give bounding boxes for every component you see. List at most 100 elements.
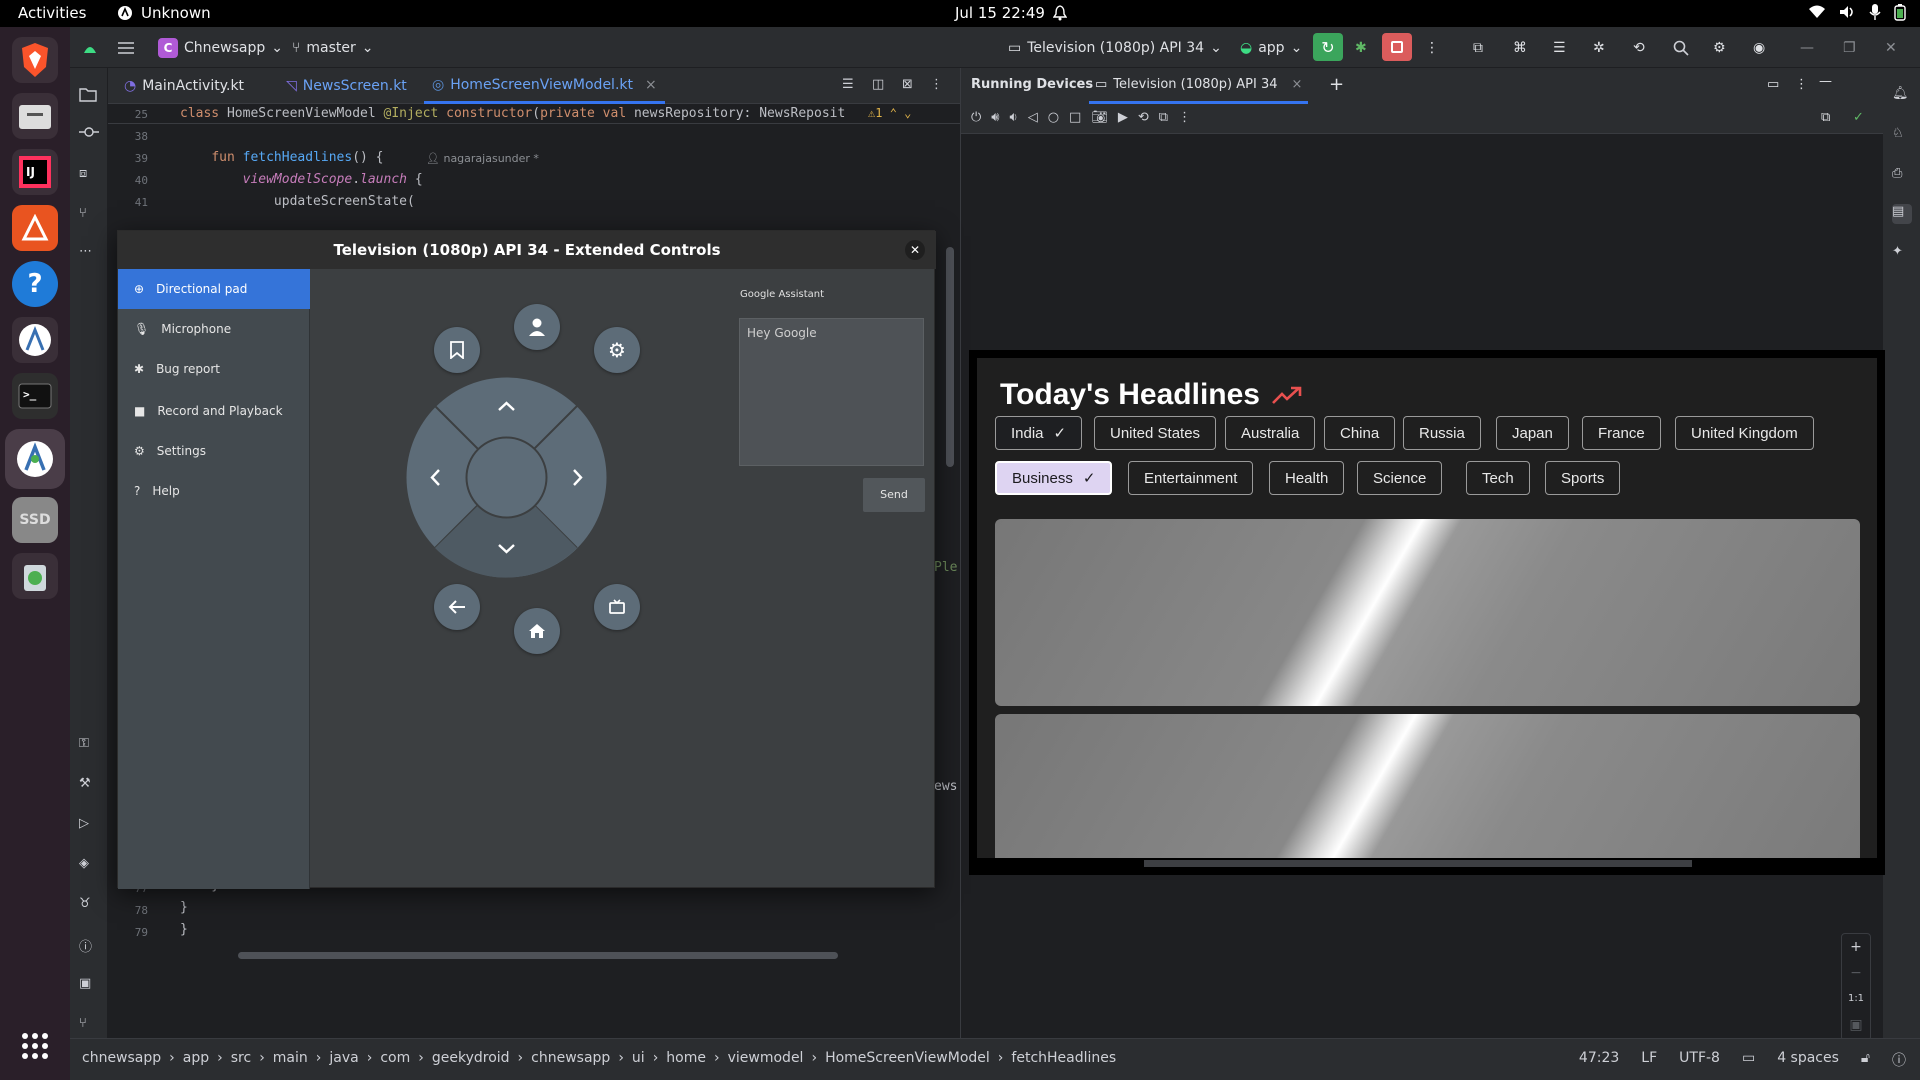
category-chip-science[interactable]: Science [1357,461,1443,495]
cursor-position[interactable]: 47:23 [1579,1050,1619,1066]
breadcrumb-item[interactable]: com [380,1050,410,1066]
breadcrumb-item[interactable]: fetchHeadlines [1011,1050,1116,1066]
device-file-icon[interactable]: ⎙ [1892,166,1912,186]
zoom-out-icon[interactable]: − [1842,960,1870,986]
bookmark-button[interactable] [434,327,480,373]
stop-button[interactable] [1382,33,1412,61]
home-button[interactable] [514,608,560,654]
gear-icon[interactable]: ⚙ [1713,36,1726,60]
more-tools-icon[interactable]: ⋯ [79,244,99,264]
tv-button[interactable] [594,584,640,630]
debug-button[interactable]: ✱ [1355,36,1367,60]
apply-changes-button[interactable]: ↻ [1313,33,1343,61]
running-devices-icon[interactable]: ▤ [1892,204,1912,224]
branch-selector[interactable]: ⑂ master ⌄ [292,36,374,60]
notifications-icon[interactable]: 🔔︎ [1892,86,1912,106]
menu-item-settings[interactable]: ⚙ Settings [118,431,310,471]
logcat-icon[interactable]: ♉ [79,896,99,916]
layout-inspector-icon[interactable]: ☰ [1553,36,1566,60]
terminal-icon[interactable]: >_ [12,373,58,419]
search-icon[interactable] [1673,36,1689,60]
zoom-in-icon[interactable]: + [1842,934,1870,960]
structure-icon[interactable]: ⧈ [79,166,99,186]
country-chip-russia[interactable]: Russia [1403,416,1481,450]
category-chip-entertainment[interactable]: Entertainment [1128,461,1254,495]
power-icon[interactable]: ⏻ [971,110,981,125]
breadcrumb-item[interactable]: home [666,1050,706,1066]
profile-button[interactable] [514,304,560,350]
options-icon[interactable]: ⋮ [1795,77,1808,92]
line-separator[interactable]: LF [1641,1050,1657,1066]
system-tray[interactable] [1808,3,1906,21]
category-chip-tech[interactable]: Tech [1466,461,1530,495]
breadcrumb-item[interactable]: src [231,1050,251,1066]
close-icon[interactable]: ✕ [905,240,925,260]
profiler-icon[interactable]: ✲ [1593,36,1605,60]
home-icon[interactable]: ○ [1048,110,1059,125]
split-view-icon[interactable]: ◫ [872,77,884,92]
menu-item-microphone[interactable]: 🎙︎ Microphone [118,309,310,349]
focused-app-menu[interactable]: Unknown [117,4,211,22]
device-explorer-icon[interactable]: ⚿ [79,736,99,756]
more-icon[interactable]: ⋮ [1178,110,1191,125]
run-icon[interactable]: ▷ [79,816,99,836]
menu-item-record-playback[interactable]: ■ Record and Playback [118,391,310,431]
build-icon[interactable]: ⚒ [79,776,99,796]
readonly-icon[interactable]: ▭ [1742,1050,1755,1066]
breadcrumb-item[interactable]: HomeScreenViewModel [825,1050,990,1066]
file-encoding[interactable]: UTF-8 [1679,1050,1720,1066]
project-selector[interactable]: C Chnewsapp ⌄ [158,36,283,60]
country-chip-france[interactable]: France [1582,416,1661,450]
breadcrumb-item[interactable]: chnewsapp [82,1050,161,1066]
translate-icon[interactable]: ⌘ [1513,36,1527,60]
country-chip-china[interactable]: China [1324,416,1396,450]
indent-setting[interactable]: 4 spaces [1777,1050,1839,1066]
trash-icon[interactable] [12,553,58,599]
gemini-icon[interactable]: ✦ [1892,244,1912,264]
breadcrumb-item[interactable]: ui [632,1050,645,1066]
back-icon[interactable]: ◁ [1028,110,1038,125]
send-button[interactable]: Send [863,478,925,512]
info-icon[interactable]: ⓘ [1892,1050,1906,1070]
overview-icon[interactable]: □ [1069,110,1081,125]
device-selector[interactable]: ▭ Television (1080p) API 34 ⌄ [1008,36,1222,60]
problems-icon[interactable]: ⓘ [79,936,99,956]
breadcrumb-item[interactable]: viewmodel [728,1050,804,1066]
commit-icon[interactable] [79,126,99,146]
run-config-selector[interactable]: ◒ app ⌄ [1240,36,1302,60]
breadcrumb-item[interactable]: chnewsapp [531,1050,610,1066]
brave-browser-icon[interactable] [12,37,58,83]
country-chip-australia[interactable]: Australia [1225,416,1316,450]
software-center-icon[interactable] [12,205,58,251]
menu-item-help[interactable]: ? Help [118,471,310,511]
volume-up-icon[interactable]: 🔊︎ [991,110,999,125]
breadcrumb-item[interactable]: main [273,1050,308,1066]
warning-indicator[interactable]: ⚠1 ⌃ ⌄ [868,106,911,120]
category-chip-business[interactable]: Business ✓ [995,461,1113,495]
layout-settings-icon[interactable]: ⧉ [1821,110,1830,125]
android-studio-active-icon[interactable] [5,429,65,489]
close-tab-icon[interactable]: × [1292,77,1303,92]
minimize-icon[interactable]: — [1800,36,1814,60]
category-chip-sports[interactable]: Sports [1545,461,1621,495]
tv-app-screen[interactable]: Today's Headlines India ✓ United States Aus… [977,358,1877,858]
sync-icon[interactable]: ⟲ [1633,36,1645,60]
android-studio-icon[interactable] [12,317,58,363]
code-view-icon[interactable]: ☰ [842,77,854,92]
android-icon[interactable] [82,36,98,60]
category-chip-health[interactable]: Health [1269,461,1345,495]
camera-icon[interactable]: 📷︎ [1091,110,1108,125]
country-chip-united-states[interactable]: United States [1094,416,1217,450]
lock-icon[interactable]: 🔓︎ [1861,1050,1870,1066]
screen-record-icon[interactable]: ▶ [1118,110,1128,125]
tab-news-screen[interactable]: ◹ NewsScreen.kt [278,68,415,104]
vertical-scrollbar[interactable] [946,247,954,467]
tab-options-icon[interactable]: ⋮ [930,77,943,92]
menu-item-bug-report[interactable]: ✱ Bug report [118,349,310,389]
folder-icon[interactable] [79,86,99,106]
back-button[interactable] [434,584,480,630]
device-manager-icon[interactable]: ⧉ [1473,36,1483,60]
main-menu-icon[interactable] [118,36,134,60]
tab-home-screen-view-model[interactable]: ◎ HomeScreenViewModel.kt × [424,68,665,104]
breadcrumb-item[interactable]: geekydroid [432,1050,510,1066]
